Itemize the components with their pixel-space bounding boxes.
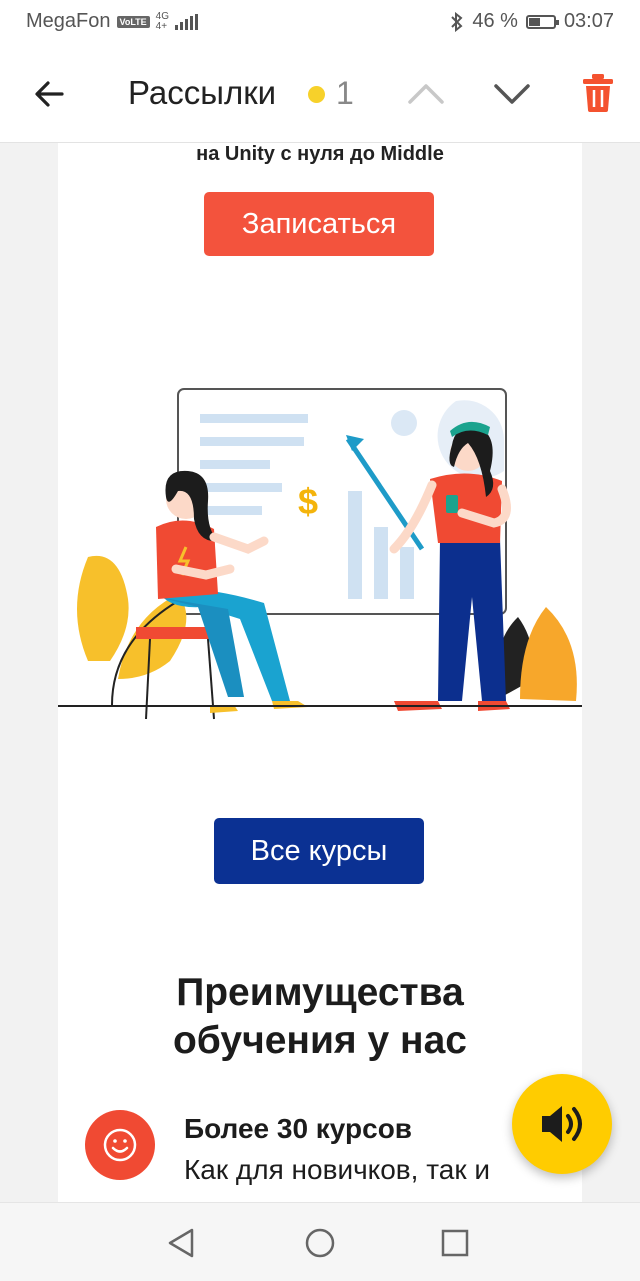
unread-dot — [308, 86, 325, 103]
feature-badge — [85, 1110, 155, 1180]
recents-square-icon[interactable] — [437, 1225, 473, 1261]
delete-icon[interactable] — [578, 72, 618, 114]
chevron-down-icon[interactable] — [490, 74, 534, 114]
network-type-bottom: 4+ — [155, 20, 168, 32]
clock: 03:07 — [563, 10, 614, 32]
feature-title: Более 30 курсов — [184, 1113, 413, 1144]
battery-percent: 46 % — [472, 10, 518, 32]
svg-text:$: $ — [298, 481, 318, 522]
course-subtitle: на Unity с нуля до Middle — [196, 143, 444, 165]
volte-badge: VoLTE — [116, 15, 150, 28]
classroom-illustration: $ — [58, 388, 582, 720]
back-triangle-icon[interactable] — [164, 1225, 200, 1261]
app-header: Рассылки 1 — [0, 44, 640, 143]
carrier-name: MegaFon — [26, 10, 111, 32]
status-bar: MegaFon VoLTE 4G 4+ 46 % 03:07 — [0, 0, 640, 44]
benefits-heading-line2: обучения у нас — [172, 1019, 467, 1062]
home-circle-icon[interactable] — [302, 1225, 338, 1261]
speaker-icon — [542, 1106, 582, 1142]
email-body: на Unity с нуля до Middle Записаться $ В… — [58, 143, 582, 1223]
chevron-up-icon[interactable] — [404, 74, 448, 114]
battery-icon — [525, 14, 559, 29]
unread-count: 1 — [336, 75, 354, 111]
signup-button[interactable]: Записаться — [204, 192, 434, 256]
benefits-heading-line1: Преимущества — [176, 971, 464, 1014]
battery-fill — [528, 17, 540, 26]
bluetooth-icon — [451, 11, 463, 32]
back-arrow-icon[interactable] — [30, 74, 70, 114]
all-courses-button[interactable]: Все курсы — [214, 818, 424, 884]
benefits-heading: Преимущества обучения у нас — [58, 969, 582, 1065]
folder-title: Рассылки — [128, 74, 277, 111]
status-right: 46 % 03:07 — [450, 10, 614, 33]
system-nav-bar — [0, 1202, 640, 1281]
signal-icon — [175, 13, 199, 30]
status-left: MegaFon VoLTE 4G 4+ — [26, 10, 199, 33]
network-type: 4G 4+ — [155, 11, 169, 32]
speaker-fab-button[interactable] — [512, 1074, 612, 1174]
smiley-icon — [103, 1128, 137, 1162]
